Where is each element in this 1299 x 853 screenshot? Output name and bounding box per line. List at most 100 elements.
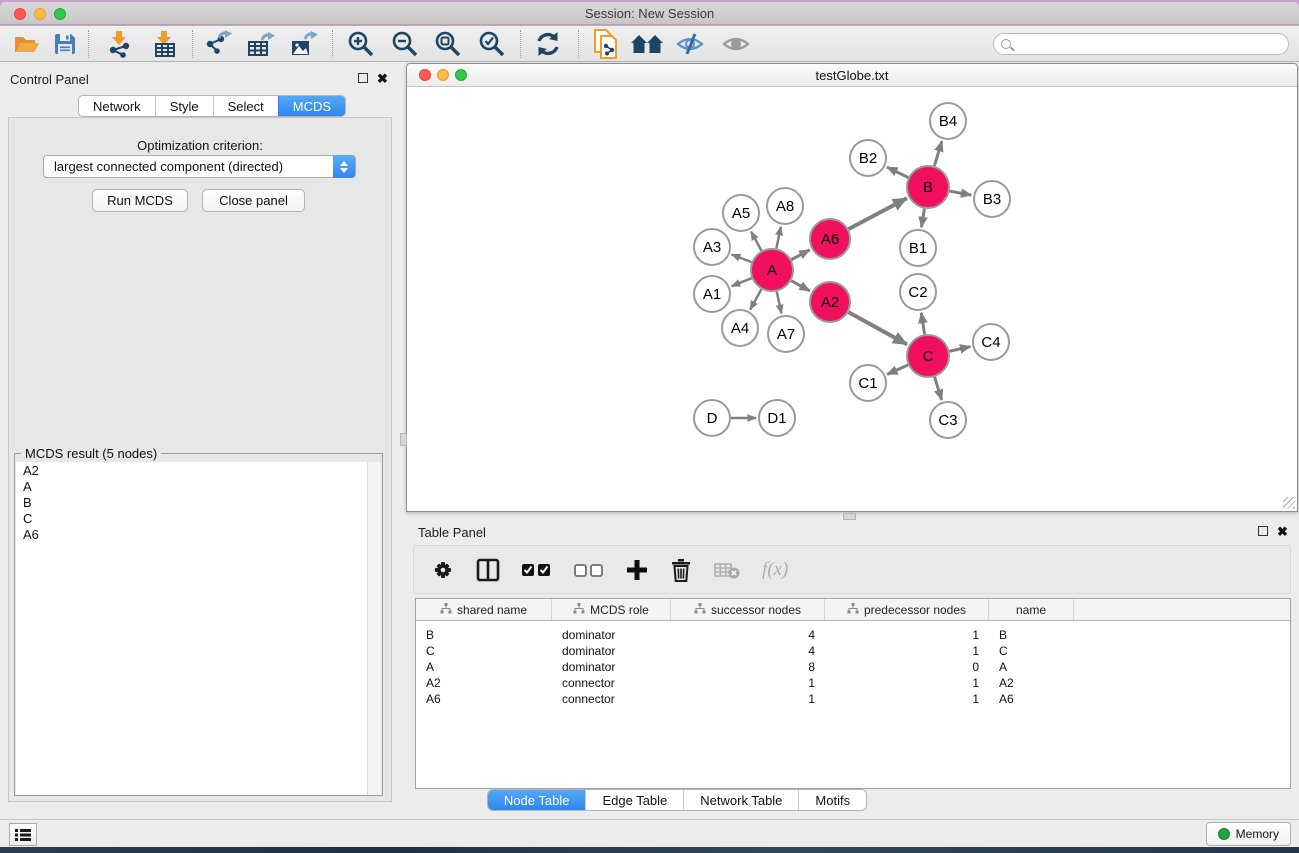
- deselect-all-icon[interactable]: [574, 555, 604, 585]
- table-row[interactable]: Cdominator41C: [416, 643, 1290, 659]
- graph-node-D[interactable]: D: [694, 400, 730, 436]
- table-cell[interactable]: 1: [671, 691, 825, 707]
- open-session-icon[interactable]: [10, 29, 44, 59]
- criterion-dropdown[interactable]: largest connected component (directed): [43, 155, 356, 178]
- edge-A-A6[interactable]: [791, 250, 809, 260]
- edge-A2-C[interactable]: [848, 312, 907, 344]
- tab-mcds[interactable]: MCDS: [278, 96, 345, 116]
- import-table-icon[interactable]: [148, 29, 182, 59]
- delete-table-icon[interactable]: [714, 555, 740, 585]
- tab-select[interactable]: Select: [213, 96, 278, 116]
- tab-network-table[interactable]: Network Table: [683, 790, 798, 810]
- edge-B-B1[interactable]: [921, 209, 924, 228]
- column-header-name[interactable]: name: [989, 599, 1074, 620]
- result-item[interactable]: A6: [16, 526, 368, 542]
- graph-node-C[interactable]: C: [907, 335, 949, 377]
- import-network-icon[interactable]: [103, 29, 137, 59]
- edge-A-A4[interactable]: [750, 289, 761, 309]
- table-cell[interactable]: connector: [552, 691, 671, 707]
- graph-node-A2[interactable]: A2: [810, 282, 850, 322]
- export-network-icon[interactable]: [201, 29, 235, 59]
- table-cell[interactable]: C: [989, 643, 1074, 659]
- column-header-successor-nodes[interactable]: successor nodes: [671, 599, 825, 620]
- clone-network-icon[interactable]: [589, 29, 623, 59]
- home-icon[interactable]: [630, 29, 664, 59]
- graph-node-C3[interactable]: C3: [930, 402, 966, 438]
- result-item[interactable]: B: [16, 494, 368, 510]
- result-item[interactable]: C: [16, 510, 368, 526]
- edge-A-A8[interactable]: [776, 227, 780, 249]
- table-cell[interactable]: 4: [671, 643, 825, 659]
- delete-icon[interactable]: [670, 555, 692, 585]
- table-cell[interactable]: 1: [825, 643, 989, 659]
- zoom-out-icon[interactable]: [388, 29, 422, 59]
- graph-node-A6[interactable]: A6: [810, 219, 850, 259]
- gear-icon[interactable]: [432, 555, 454, 585]
- show-graphics-icon[interactable]: [719, 29, 753, 59]
- table-cell[interactable]: 1: [825, 691, 989, 707]
- task-history-button[interactable]: [9, 823, 37, 846]
- window-resize-grip[interactable]: [1283, 497, 1295, 509]
- table-cell[interactable]: 0: [825, 659, 989, 675]
- function-builder-icon[interactable]: f(x): [762, 555, 788, 585]
- table-cell[interactable]: 1: [671, 675, 825, 691]
- add-icon[interactable]: [626, 555, 648, 585]
- table-cell[interactable]: 1: [825, 627, 989, 643]
- graph-node-A7[interactable]: A7: [768, 316, 804, 352]
- table-cell[interactable]: dominator: [552, 627, 671, 643]
- float-panel-icon[interactable]: [358, 73, 368, 83]
- main-titlebar[interactable]: Session: New Session: [0, 2, 1299, 25]
- search-field[interactable]: [993, 33, 1289, 55]
- table-cell[interactable]: B: [416, 627, 552, 643]
- column-header-MCDS-role[interactable]: MCDS role: [552, 599, 671, 620]
- result-list-scrollbar[interactable]: [367, 462, 381, 795]
- edge-C-C4[interactable]: [949, 347, 970, 352]
- result-item[interactable]: A: [16, 478, 368, 494]
- network-graph[interactable]: B4B2BB3A8A5A6A3B1AA1C2A2A4A7C4CC1C3DD1: [408, 88, 1296, 511]
- graph-node-A4[interactable]: A4: [722, 310, 758, 346]
- column-header-predecessor-nodes[interactable]: predecessor nodes: [825, 599, 989, 620]
- result-item[interactable]: A2: [16, 462, 368, 478]
- graph-node-B2[interactable]: B2: [850, 140, 886, 176]
- select-all-icon[interactable]: [522, 555, 552, 585]
- close-panel-button[interactable]: Close panel: [202, 189, 305, 212]
- tab-style[interactable]: Style: [155, 96, 213, 116]
- edge-A6-B[interactable]: [849, 198, 907, 229]
- table-cell[interactable]: connector: [552, 675, 671, 691]
- graph-node-A8[interactable]: A8: [767, 188, 803, 224]
- export-image-icon[interactable]: [287, 29, 321, 59]
- graph-node-A3[interactable]: A3: [694, 229, 730, 265]
- edge-B-B3[interactable]: [950, 191, 972, 195]
- network-window-titlebar[interactable]: testGlobe.txt: [407, 64, 1297, 87]
- close-panel-icon[interactable]: ✖: [377, 71, 388, 86]
- table-cell[interactable]: 4: [671, 627, 825, 643]
- export-table-icon[interactable]: [244, 29, 278, 59]
- graph-node-B1[interactable]: B1: [900, 230, 936, 266]
- table-cell[interactable]: A2: [989, 675, 1074, 691]
- vertical-divider-grip[interactable]: [400, 433, 407, 446]
- float-table-panel-icon[interactable]: [1258, 526, 1268, 536]
- run-mcds-button[interactable]: Run MCDS: [92, 189, 188, 212]
- table-cell[interactable]: A6: [989, 691, 1074, 707]
- tab-node-table[interactable]: Node Table: [488, 790, 586, 810]
- edge-C-C3[interactable]: [935, 377, 942, 400]
- table-cell[interactable]: 1: [825, 675, 989, 691]
- graph-node-A5[interactable]: A5: [723, 195, 759, 231]
- column-header-shared-name[interactable]: shared name: [416, 599, 552, 620]
- table-cell[interactable]: C: [416, 643, 552, 659]
- edge-A-A2[interactable]: [791, 281, 810, 291]
- table-row[interactable]: Adominator80A: [416, 659, 1290, 675]
- table-row[interactable]: A2connector11A2: [416, 675, 1290, 691]
- table-row[interactable]: A6connector11A6: [416, 691, 1290, 707]
- graph-node-D1[interactable]: D1: [759, 400, 795, 436]
- table-cell[interactable]: 8: [671, 659, 825, 675]
- table-cell[interactable]: A6: [416, 691, 552, 707]
- edge-B-B4[interactable]: [934, 141, 942, 166]
- table-row[interactable]: Bdominator41B: [416, 627, 1290, 643]
- tab-motifs[interactable]: Motifs: [798, 790, 866, 810]
- memory-button[interactable]: Memory: [1206, 822, 1291, 846]
- edge-B-B2[interactable]: [887, 167, 908, 177]
- table-cell[interactable]: dominator: [552, 643, 671, 659]
- zoom-in-icon[interactable]: [344, 29, 378, 59]
- graph-node-B4[interactable]: B4: [930, 103, 966, 139]
